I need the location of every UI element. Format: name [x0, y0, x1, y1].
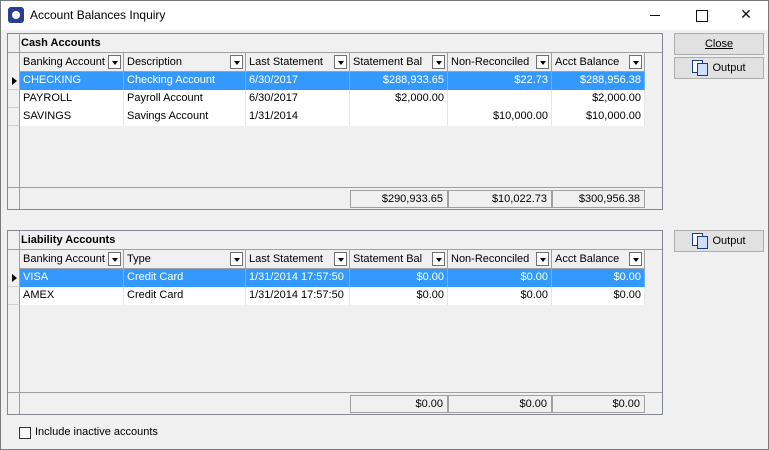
- col-statement-bal[interactable]: Statement Bal: [350, 53, 448, 72]
- col-non-reconciled[interactable]: Non-Reconciled: [448, 53, 552, 72]
- current-row-icon: [8, 269, 20, 287]
- dropdown-arrow-icon[interactable]: [230, 55, 243, 69]
- col-description[interactable]: Description: [124, 53, 246, 72]
- cash-accounts-caption: Cash Accounts: [8, 34, 662, 53]
- maximize-icon[interactable]: [678, 1, 724, 30]
- include-inactive-checkbox[interactable]: [19, 427, 31, 439]
- account-balances-window: Account Balances Inquiry ✕ Cash Accounts…: [0, 0, 769, 450]
- current-row-icon: [8, 72, 20, 90]
- dropdown-arrow-icon[interactable]: [108, 252, 121, 266]
- table-row[interactable]: AMEX Credit Card 1/31/2014 17:57:50 $0.0…: [8, 287, 662, 305]
- total-non-reconciled: $0.00: [448, 395, 552, 413]
- total-acct-balance: $0.00: [552, 395, 645, 413]
- table-row[interactable]: PAYROLL Payroll Account 6/30/2017 $2,000…: [8, 90, 662, 108]
- dropdown-arrow-icon[interactable]: [230, 252, 243, 266]
- total-non-reconciled: $10,022.73: [448, 190, 552, 208]
- dropdown-arrow-icon[interactable]: [629, 55, 642, 69]
- cash-output-button[interactable]: Output: [674, 57, 764, 79]
- total-acct-balance: $300,956.38: [552, 190, 645, 208]
- dropdown-arrow-icon[interactable]: [536, 55, 549, 69]
- liability-accounts-grid: Liability Accounts Banking Account Type …: [7, 230, 663, 415]
- total-statement-bal: $0.00: [350, 395, 448, 413]
- col-acct-balance[interactable]: Acct Balance: [552, 250, 645, 269]
- dropdown-arrow-icon[interactable]: [432, 252, 445, 266]
- minimize-icon[interactable]: [632, 1, 678, 30]
- include-inactive-label: Include inactive accounts: [35, 426, 158, 438]
- title-bar: Account Balances Inquiry ✕: [1, 1, 768, 30]
- cash-totals-row: $290,933.65 $10,022.73 $300,956.38: [8, 187, 662, 209]
- col-last-statement[interactable]: Last Statement: [246, 53, 350, 72]
- close-icon[interactable]: ✕: [723, 1, 769, 30]
- liability-totals-row: $0.00 $0.00 $0.00: [8, 392, 662, 414]
- close-button[interactable]: Close: [674, 33, 764, 55]
- total-statement-bal: $290,933.65: [350, 190, 448, 208]
- app-icon: [8, 7, 24, 23]
- dropdown-arrow-icon[interactable]: [432, 55, 445, 69]
- dropdown-arrow-icon[interactable]: [334, 55, 347, 69]
- output-icon: [692, 233, 709, 249]
- output-icon: [692, 60, 709, 76]
- col-non-reconciled[interactable]: Non-Reconciled: [448, 250, 552, 269]
- table-row[interactable]: CHECKING Checking Account 6/30/2017 $288…: [8, 72, 662, 90]
- col-banking-account[interactable]: Banking Account: [20, 53, 124, 72]
- table-row[interactable]: SAVINGS Savings Account 1/31/2014 $10,00…: [8, 108, 662, 126]
- col-last-statement[interactable]: Last Statement: [246, 250, 350, 269]
- window-title: Account Balances Inquiry: [30, 8, 166, 22]
- liability-accounts-caption: Liability Accounts: [8, 231, 662, 250]
- col-banking-account[interactable]: Banking Account: [20, 250, 124, 269]
- dropdown-arrow-icon[interactable]: [334, 252, 347, 266]
- row-indicator-column: [8, 231, 20, 414]
- table-row[interactable]: VISA Credit Card 1/31/2014 17:57:50 $0.0…: [8, 269, 662, 287]
- dropdown-arrow-icon[interactable]: [536, 252, 549, 266]
- col-statement-bal[interactable]: Statement Bal: [350, 250, 448, 269]
- dropdown-arrow-icon[interactable]: [629, 252, 642, 266]
- dropdown-arrow-icon[interactable]: [108, 55, 121, 69]
- col-type[interactable]: Type: [124, 250, 246, 269]
- liability-output-button[interactable]: Output: [674, 230, 764, 252]
- col-acct-balance[interactable]: Acct Balance: [552, 53, 645, 72]
- cash-accounts-grid: Cash Accounts Banking Account Descriptio…: [7, 33, 663, 210]
